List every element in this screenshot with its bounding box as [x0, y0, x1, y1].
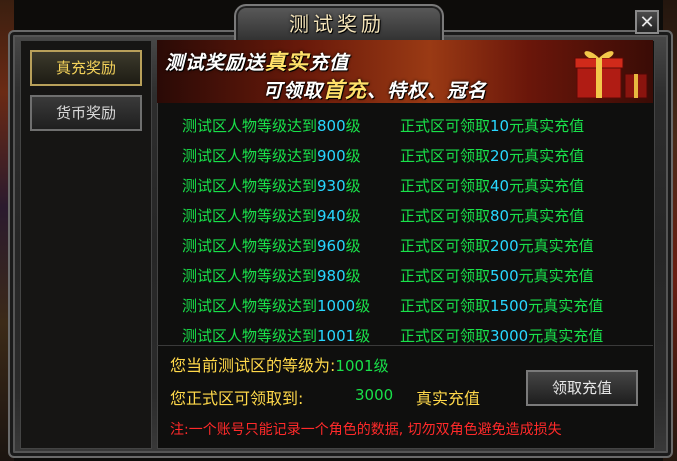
reward-unit: 元真实充值 [509, 147, 585, 165]
reward-text: 正式区可领取 [400, 177, 491, 195]
reward-row: 测试区人物等级达到960级 正式区可领取200元真实充值 [157, 230, 653, 260]
required-level: 980 [317, 267, 346, 285]
test-level-requirement: 测试区人物等级达到900级 [182, 145, 361, 166]
official-reward: 正式区可领取200元真实充值 [400, 235, 594, 256]
required-level: 930 [317, 177, 346, 195]
reward-unit: 元真实充值 [528, 327, 604, 345]
reward-row: 测试区人物等级达到800级 正式区可领取10元真实充值 [157, 110, 653, 140]
reward-unit: 元真实充值 [518, 237, 594, 255]
reward-unit: 元真实充值 [509, 117, 585, 135]
reward-row: 测试区人物等级达到980级 正式区可领取500元真实充值 [157, 260, 653, 290]
banner-line2-prefix: 可领取 [263, 80, 324, 102]
reward-unit: 元真实充值 [509, 207, 585, 225]
current-level-label: 您当前测试区的等级为: [170, 356, 336, 375]
reward-unit: 元真实充值 [509, 177, 585, 195]
reward-amount: 40 [490, 177, 510, 195]
required-level: 900 [317, 147, 346, 165]
reward-row: 测试区人物等级达到900级 正式区可领取20元真实充值 [157, 140, 653, 170]
requirement-text: 测试区人物等级达到 [182, 177, 318, 195]
requirement-text: 测试区人物等级达到 [182, 297, 318, 315]
reward-row: 测试区人物等级达到930级 正式区可领取40元真实充值 [157, 170, 653, 200]
level-unit: 级 [355, 297, 371, 315]
banner-line1-prefix: 测试奖励送 [165, 52, 266, 74]
banner-subline: 可领取首充、特权、冠名 [263, 74, 487, 103]
claimable-label: 您正式区可领取到: [170, 389, 304, 408]
reward-unit: 元真实充值 [518, 267, 594, 285]
test-level-requirement: 测试区人物等级达到1000级 [182, 295, 370, 316]
reward-amount: 20 [490, 147, 510, 165]
required-level: 1001 [317, 327, 356, 345]
official-reward: 正式区可领取40元真实充值 [400, 175, 584, 196]
sidebar: 真充奖励 货币奖励 [20, 40, 152, 449]
warning-notice: 注:一个账号只能记录一个角色的数据, 切勿双角色避免造成损失 [170, 422, 562, 438]
level-unit: 级 [345, 207, 361, 225]
reward-amount: 200 [490, 237, 519, 255]
claimable-unit: 真实充值 [416, 389, 481, 408]
required-level: 940 [317, 207, 346, 225]
reward-text: 正式区可领取 [400, 117, 491, 135]
claimable-amount: 3000 [355, 386, 394, 404]
reward-amount: 3000 [490, 327, 529, 345]
official-reward: 正式区可领取1500元真实充值 [400, 295, 603, 316]
reward-amount: 500 [490, 267, 519, 285]
reward-list: 测试区人物等级达到800级 正式区可领取10元真实充值 测试区人物等级达到900… [157, 110, 653, 350]
banner-line1-highlight: 真实 [265, 49, 310, 74]
reward-text: 正式区可领取 [400, 147, 491, 165]
banner-headline: 测试奖励送真实充值 [165, 46, 349, 76]
test-level-requirement: 测试区人物等级达到940级 [182, 205, 361, 226]
level-unit: 级 [345, 237, 361, 255]
promo-banner: 测试奖励送真实充值 可领取首充、特权、冠名 [157, 40, 653, 103]
required-level: 800 [317, 117, 346, 135]
banner-line2-suffix: 、特权、冠名 [367, 80, 488, 102]
requirement-text: 测试区人物等级达到 [182, 237, 318, 255]
banner-line2-highlight: 首充 [323, 77, 368, 102]
test-level-requirement: 测试区人物等级达到800级 [182, 115, 361, 136]
window-title: 测试奖励 [289, 12, 385, 36]
current-level-line: 您当前测试区的等级为:1001级 [170, 352, 389, 376]
requirement-text: 测试区人物等级达到 [182, 327, 318, 345]
gift-box-icon [574, 51, 648, 99]
footer-divider [157, 345, 653, 346]
test-level-requirement: 测试区人物等级达到980级 [182, 265, 361, 286]
reward-unit: 元真实充值 [528, 297, 604, 315]
reward-amount: 1500 [490, 297, 529, 315]
level-unit: 级 [345, 147, 361, 165]
official-reward: 正式区可领取3000元真实充值 [400, 325, 603, 346]
official-reward: 正式区可领取80元真实充值 [400, 205, 584, 226]
reward-row: 测试区人物等级达到1000级 正式区可领取1500元真实充值 [157, 290, 653, 320]
reward-text: 正式区可领取 [400, 327, 491, 345]
test-level-requirement: 测试区人物等级达到930级 [182, 175, 361, 196]
required-level: 960 [317, 237, 346, 255]
requirement-text: 测试区人物等级达到 [182, 117, 318, 135]
official-reward: 正式区可领取500元真实充值 [400, 265, 594, 286]
sidebar-item-currency-reward[interactable]: 货币奖励 [30, 95, 142, 131]
claim-recharge-button[interactable]: 领取充值 [526, 370, 638, 406]
reward-text: 正式区可领取 [400, 207, 491, 225]
reward-text: 正式区可领取 [400, 297, 491, 315]
close-button[interactable]: ✕ [635, 10, 659, 34]
test-level-requirement: 测试区人物等级达到1001级 [182, 325, 370, 346]
level-unit: 级 [345, 117, 361, 135]
reward-row: 测试区人物等级达到940级 正式区可领取80元真实充值 [157, 200, 653, 230]
banner-line1-suffix: 充值 [309, 52, 350, 74]
requirement-text: 测试区人物等级达到 [182, 147, 318, 165]
required-level: 1000 [317, 297, 356, 315]
reward-amount: 80 [490, 207, 510, 225]
sidebar-item-real-recharge-reward[interactable]: 真充奖励 [30, 50, 142, 86]
test-level-requirement: 测试区人物等级达到960级 [182, 235, 361, 256]
level-unit: 级 [355, 327, 371, 345]
reward-text: 正式区可领取 [400, 237, 491, 255]
current-level-value: 1001级 [335, 357, 389, 375]
official-reward: 正式区可领取20元真实充值 [400, 145, 584, 166]
level-unit: 级 [345, 177, 361, 195]
level-unit: 级 [345, 267, 361, 285]
official-reward: 正式区可领取10元真实充值 [400, 115, 584, 136]
reward-text: 正式区可领取 [400, 267, 491, 285]
requirement-text: 测试区人物等级达到 [182, 207, 318, 225]
reward-amount: 10 [490, 117, 510, 135]
requirement-text: 测试区人物等级达到 [182, 267, 318, 285]
